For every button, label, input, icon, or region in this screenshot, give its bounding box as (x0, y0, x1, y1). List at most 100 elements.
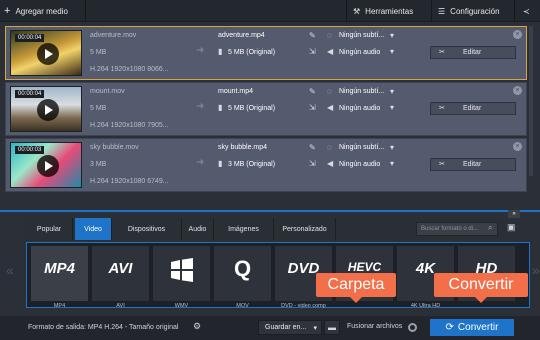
file-icon: ▮ (218, 103, 223, 112)
quicktime-logo-icon: Q (233, 256, 252, 281)
tab-audio[interactable]: Audio (182, 218, 214, 240)
merge-files-label: Fusionar archivos (347, 323, 403, 330)
divider (85, 0, 86, 22)
edit-button[interactable]: ✂ Editar (430, 102, 516, 115)
chevron-down-icon[interactable]: ▾ (390, 159, 394, 168)
tab-video[interactable]: Video (75, 218, 112, 240)
subtitles-dropdown[interactable]: Ningún subtí... (339, 88, 384, 95)
tab-devices[interactable]: Dispositivos (112, 218, 182, 240)
file-row[interactable]: 00:00:03 sky bubble.mov 3 MB H.264 1920x… (5, 138, 527, 192)
arrow-right-icon: ➜ (196, 101, 205, 112)
source-size: 3 MB (90, 161, 107, 168)
format-label: DVD - video comp (281, 303, 326, 309)
add-media-label: Agregar medio (15, 6, 68, 16)
play-icon[interactable] (37, 43, 59, 65)
folder-button[interactable]: ▬ (324, 320, 340, 335)
subtitle-icon: ◌ (327, 31, 332, 40)
subtitles-dropdown[interactable]: Ningún subtí... (339, 32, 384, 39)
edit-button[interactable]: ✂ Editar (430, 158, 516, 171)
divider (514, 0, 515, 22)
device-detect-icon[interactable]: ▣ (507, 222, 521, 236)
carousel-left-icon[interactable]: « (6, 262, 14, 278)
file-row[interactable]: 00:00:04 mount.mov 5 MB H.264 1920x1080 … (5, 82, 527, 136)
video-thumbnail[interactable]: 00:00:04 (10, 30, 82, 76)
audio-dropdown[interactable]: Ningún audio (339, 161, 380, 168)
speaker-icon: ◀ (327, 103, 334, 112)
menu-icon: ☰ (438, 6, 446, 16)
compress-icon[interactable]: ⇲ (309, 103, 316, 112)
search-icon: ⌕ (488, 223, 493, 232)
format-label: 4K Ultra HD (410, 303, 441, 309)
edit-label: Editar (463, 49, 482, 56)
merge-files-toggle[interactable] (408, 323, 417, 332)
panel-divider (0, 210, 540, 212)
save-to-dropdown[interactable]: Guardar en... ▾ (258, 320, 322, 335)
remove-file-close-icon[interactable]: × (513, 86, 522, 95)
remove-file-close-icon[interactable]: × (513, 30, 522, 39)
play-icon[interactable] (37, 155, 59, 177)
output-filename[interactable]: mount.mp4 (218, 88, 253, 95)
duration-badge: 00:00:04 (15, 34, 45, 42)
edit-label: Editar (463, 105, 482, 112)
format-tile-mp4[interactable]: MP4 MP4 (31, 246, 88, 309)
save-to-label: Guardar en... (265, 324, 307, 331)
tab-custom[interactable]: Personalizado (274, 218, 336, 240)
pencil-icon[interactable]: ✎ (309, 143, 316, 152)
subtitle-icon: ◌ (327, 87, 332, 96)
carousel-right-icon[interactable]: » (532, 262, 540, 278)
chevron-down-icon[interactable]: ▾ (390, 87, 394, 96)
format-search-input[interactable]: Buscar formato o di... (416, 222, 498, 236)
folder-callout: Carpeta (316, 273, 396, 303)
output-settings-gear-icon[interactable]: ⚙ (193, 321, 201, 332)
audio-dropdown[interactable]: Ningún audio (339, 105, 380, 112)
audio-dropdown[interactable]: Ningún audio (339, 49, 380, 56)
video-thumbnail[interactable]: 00:00:03 (10, 142, 82, 188)
tab-popular[interactable]: Popular (26, 218, 73, 240)
output-size[interactable]: 3 MB (Original) (228, 161, 275, 168)
compress-icon[interactable]: ⇲ (309, 47, 316, 56)
arrow-right-icon: ➜ (196, 157, 205, 168)
file-row[interactable]: 00:00:04 adventure.mov 5 MB H.264 1920x1… (5, 26, 527, 80)
add-media-button[interactable]: + Agregar medio (4, 0, 68, 22)
duration-badge: 00:00:03 (15, 146, 45, 154)
edit-button[interactable]: ✂ Editar (430, 46, 516, 59)
remove-file-close-icon[interactable]: × (513, 142, 522, 151)
edit-label: Editar (463, 161, 482, 168)
chevron-down-icon[interactable]: ▾ (390, 103, 394, 112)
settings-button[interactable]: ☰ Configuración (438, 0, 500, 22)
chevron-down-icon[interactable]: ▾ (390, 143, 394, 152)
format-label: AVI (116, 303, 125, 309)
collapse-chevron-icon[interactable]: » (508, 210, 520, 218)
pencil-icon[interactable]: ✎ (309, 87, 316, 96)
format-tile-wmv[interactable]: WMV (153, 246, 210, 309)
file-list-scrollbar[interactable] (529, 26, 533, 176)
output-format-label: Formato de salida: MP4 H.264 - Tamaño or… (28, 324, 179, 331)
file-icon: ▮ (218, 47, 223, 56)
format-name: HEVC (347, 260, 382, 274)
video-thumbnail[interactable]: 00:00:04 (10, 86, 82, 132)
chevron-down-icon[interactable]: ▾ (390, 31, 394, 40)
subtitles-dropdown[interactable]: Ningún subtí... (339, 144, 384, 151)
output-filename[interactable]: sky bubble.mp4 (218, 144, 267, 151)
play-icon[interactable] (37, 99, 59, 121)
divider (431, 0, 432, 22)
source-size: 5 MB (90, 105, 107, 112)
pencil-icon[interactable]: ✎ (309, 31, 316, 40)
format-tile-avi[interactable]: AVI AVI (92, 246, 149, 309)
chevron-down-icon[interactable]: ▾ (390, 47, 394, 56)
output-filename[interactable]: adventure.mp4 (218, 32, 265, 39)
source-size: 5 MB (90, 49, 107, 56)
top-toolbar: + Agregar medio ⚒ Herramientas ☰ Configu… (0, 0, 540, 22)
output-size[interactable]: 5 MB (Original) (228, 49, 275, 56)
settings-label: Configuración (450, 6, 500, 16)
convert-button[interactable]: ⟳ Convertir (430, 319, 514, 336)
format-name: MP4 (44, 260, 75, 277)
compress-icon[interactable]: ⇲ (309, 159, 316, 168)
share-button[interactable]: ≺ (523, 0, 530, 22)
output-size[interactable]: 5 MB (Original) (228, 105, 275, 112)
share-icon: ≺ (523, 6, 530, 16)
tab-images[interactable]: Imágenes (214, 218, 274, 240)
tools-button[interactable]: ⚒ Herramientas (353, 0, 413, 22)
windows-logo-icon (171, 258, 193, 282)
format-tile-mov[interactable]: Q MOV (214, 246, 271, 309)
